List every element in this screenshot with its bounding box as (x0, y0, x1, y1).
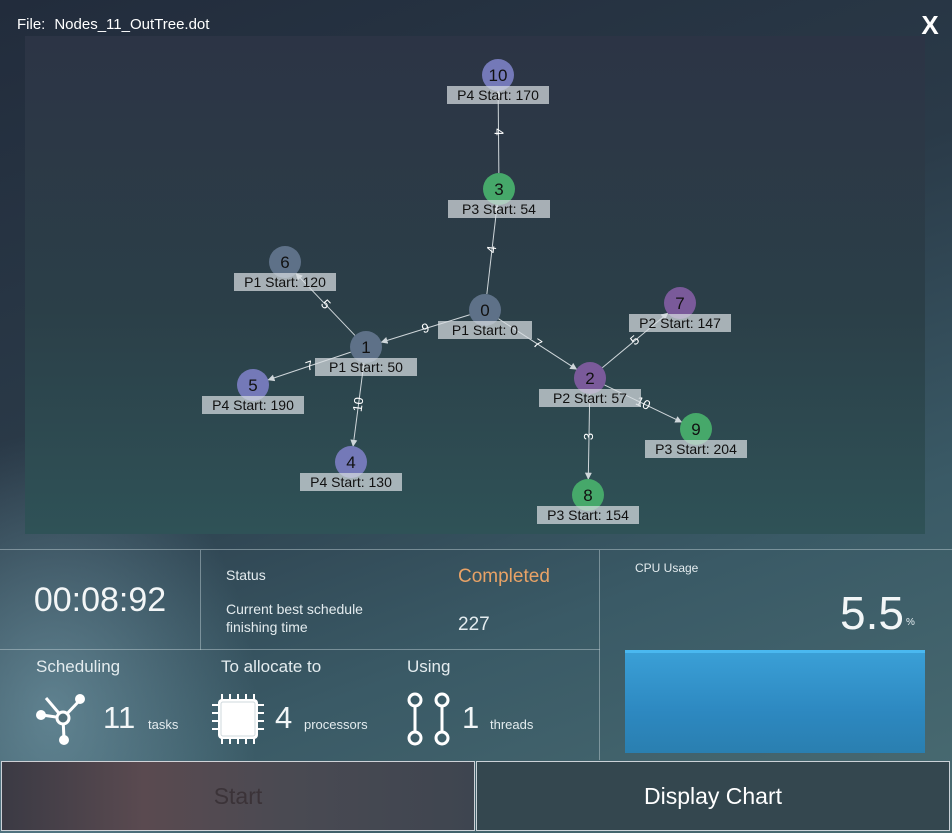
edge-weight-label: 4 (484, 245, 500, 254)
cpu-usage-title: CPU Usage (635, 561, 699, 575)
scheduling-title: Scheduling (36, 657, 121, 676)
best-schedule-value: 227 (458, 614, 490, 635)
status-value: Completed (458, 566, 550, 587)
edge-weight-label: 7 (304, 357, 316, 374)
processor-chip-icon (212, 694, 264, 744)
graph-node-1[interactable]: 1 P1 Start: 50 (315, 331, 417, 376)
best-schedule-title: Current best schedule finishing time (226, 601, 363, 635)
node-id-label: 6 (280, 253, 289, 272)
node-id-label: 5 (248, 376, 257, 395)
node-id-label: 1 (361, 338, 370, 357)
node-schedule-label: P3 Start: 54 (462, 201, 536, 217)
node-id-label: 9 (691, 420, 700, 439)
status-title: Status (226, 567, 266, 583)
node-id-label: 0 (480, 301, 489, 320)
node-schedule-label: P1 Start: 50 (329, 359, 403, 375)
node-schedule-label: P2 Start: 147 (639, 315, 721, 331)
node-schedule-label: P4 Start: 170 (457, 87, 539, 103)
divider (200, 550, 201, 650)
graph-node-9[interactable]: 9 P3 Start: 204 (645, 413, 747, 458)
node-schedule-label: P2 Start: 57 (553, 390, 627, 406)
divider (599, 550, 600, 760)
file-label: File: Nodes_11_OutTree.dot (17, 16, 209, 33)
cpu-usage-value: 5.5 (840, 587, 904, 639)
threads-unit: threads (490, 717, 534, 732)
display-chart-button[interactable]: Display Chart (476, 761, 950, 831)
edge-weight-label: 3 (581, 433, 596, 440)
edge-weight-label: 7 (531, 335, 545, 352)
threads-icon (407, 692, 450, 746)
graph-node-0[interactable]: 0 P1 Start: 0 (438, 294, 532, 339)
node-id-label: 2 (585, 369, 594, 388)
graph-node-4[interactable]: 4 P4 Start: 130 (300, 446, 402, 491)
using-title: Using (407, 657, 451, 676)
schedule-graph: 449757105103 0P1 Start: 01P1 Start: 502P… (202, 59, 747, 524)
node-schedule-label: P3 Start: 154 (547, 507, 629, 523)
tree-icon (36, 694, 85, 745)
graph-node-10[interactable]: 10 P4 Start: 170 (447, 59, 549, 104)
edge-weight-label: 9 (420, 320, 431, 336)
processors-count: 4 (275, 700, 293, 735)
start-button[interactable]: Start (1, 761, 475, 831)
node-schedule-label: P1 Start: 0 (452, 322, 518, 338)
file-prefix: File: (17, 16, 46, 33)
graph-panel[interactable]: 4 4 9 7 5 7 10 5 10 3 0 P1 Start: 0 1 P1 Start: 50 2 P… (25, 36, 925, 534)
node-schedule-label: P3 Start: 204 (655, 441, 737, 457)
graph-node-6[interactable]: 6 P1 Start: 120 (234, 246, 336, 291)
app-window: File: Nodes_11_OutTree.dot X 4 4 9 7 5 7 10 5 10 3… (0, 0, 952, 833)
tasks-unit: tasks (148, 717, 179, 732)
file-name: Nodes_11_OutTree.dot (54, 16, 210, 33)
node-schedule-label: P4 Start: 190 (212, 397, 294, 413)
node-schedule-label: P4 Start: 130 (310, 474, 392, 490)
cpu-usage-graph (625, 650, 925, 753)
graph-node-5[interactable]: 5 P4 Start: 190 (202, 369, 304, 414)
edge-weight-label: 4 (491, 128, 506, 135)
threads-count: 1 (462, 700, 480, 735)
graph-node-2[interactable]: 2 P2 Start: 57 (539, 362, 641, 407)
graph-node-7[interactable]: 7 P2 Start: 147 (629, 287, 731, 332)
node-id-label: 3 (494, 180, 503, 199)
edge-weight-label: 10 (350, 396, 367, 412)
graph-node-8[interactable]: 8 P3 Start: 154 (537, 479, 639, 524)
processors-unit: processors (304, 717, 368, 732)
allocate-title: To allocate to (221, 657, 322, 676)
elapsed-timer: 00:08:92 (33, 580, 167, 619)
tasks-count: 11 (103, 700, 136, 735)
cpu-usage-unit: % (906, 617, 915, 628)
node-id-label: 8 (583, 486, 592, 505)
node-id-label: 4 (346, 453, 355, 472)
node-id-label: 7 (675, 294, 684, 313)
graph-node-3[interactable]: 3 P3 Start: 54 (448, 173, 550, 218)
node-id-label: 10 (489, 66, 508, 85)
node-schedule-label: P1 Start: 120 (244, 274, 326, 290)
